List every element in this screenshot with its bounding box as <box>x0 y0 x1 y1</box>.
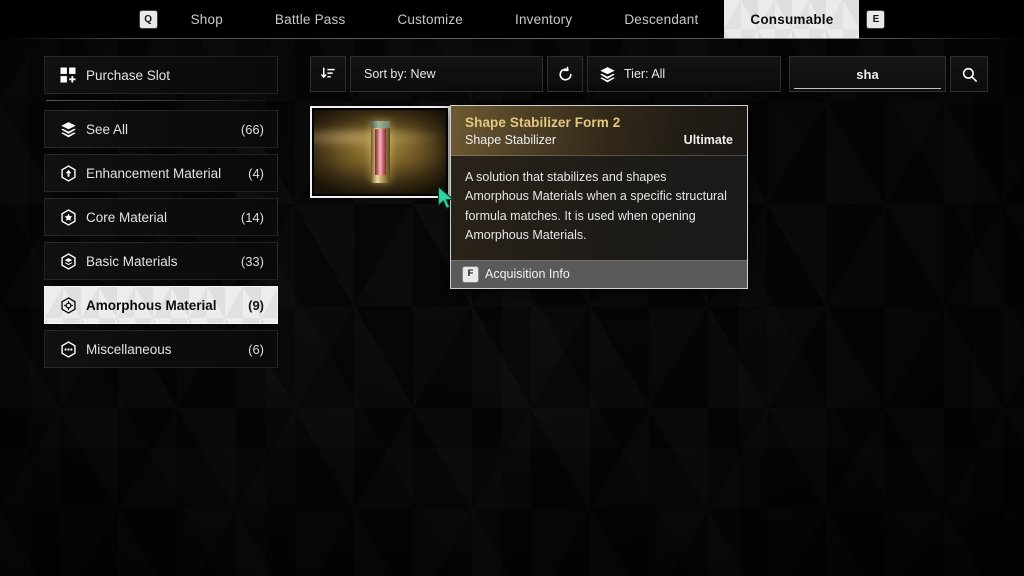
tab-customize[interactable]: Customize <box>371 0 489 39</box>
tab-consumable[interactable]: Consumable <box>724 0 859 39</box>
vial-item-icon <box>370 121 390 183</box>
nav-next-key[interactable]: E <box>859 0 892 39</box>
tab-shop[interactable]: Shop <box>165 0 249 39</box>
item-card[interactable] <box>310 106 450 198</box>
tooltip-header: Shape Stabilizer Form 2 Shape Stabilizer… <box>451 106 747 156</box>
sidebar-item-count: (14) <box>240 209 264 225</box>
item-thumbnail <box>314 110 446 194</box>
nav-prev-key[interactable]: Q <box>132 0 165 39</box>
tooltip-footer[interactable]: F Acquisition Info <box>451 259 747 288</box>
tooltip-subtitle: Shape Stabilizer <box>465 133 557 147</box>
category-sidebar: Purchase Slot See All (66) Enhancement M… <box>44 56 278 374</box>
sidebar-item-purchase-slot[interactable]: Purchase Slot <box>44 56 278 94</box>
sidebar-item-count: (6) <box>248 341 264 357</box>
item-tooltip: Shape Stabilizer Form 2 Shape Stabilizer… <box>450 105 748 289</box>
layers-icon <box>57 121 79 138</box>
sidebar-item-label: Amorphous Material <box>86 297 217 313</box>
sort-direction-button[interactable] <box>310 56 346 92</box>
sidebar-item-amorphous-material[interactable]: Amorphous Material (9) <box>44 286 278 324</box>
key-f-badge: F <box>463 266 478 282</box>
hex-layers-icon <box>57 253 79 270</box>
hex-ellipsis-icon <box>57 341 79 358</box>
refresh-icon <box>557 66 574 83</box>
sidebar-item-core-material[interactable]: Core Material (14) <box>44 198 278 236</box>
sidebar-divider <box>46 100 276 101</box>
acquisition-info-label: Acquisition Info <box>485 267 570 281</box>
key-q-badge: Q <box>139 11 157 28</box>
tooltip-description: A solution that stabilizes and shapes Am… <box>451 156 747 260</box>
tab-descendant[interactable]: Descendant <box>598 0 724 39</box>
reset-filters-button[interactable] <box>547 56 583 92</box>
search-input[interactable]: sha <box>789 56 946 92</box>
sidebar-item-label: Core Material <box>86 209 168 225</box>
tab-battle-pass[interactable]: Battle Pass <box>249 0 372 39</box>
sidebar-item-count: (33) <box>240 253 264 269</box>
tab-inventory[interactable]: Inventory <box>489 0 598 39</box>
filter-toolbar: Sort by: New Tier: All sha <box>310 56 988 92</box>
tooltip-title: Shape Stabilizer Form 2 <box>465 115 621 130</box>
sidebar-item-label: Purchase Slot <box>86 67 171 83</box>
tier-filter-label: Tier: All <box>624 67 666 81</box>
sidebar-item-count: (9) <box>248 297 264 313</box>
sidebar-item-miscellaneous[interactable]: Miscellaneous (6) <box>44 330 278 368</box>
sidebar-item-count: (66) <box>240 121 264 137</box>
layers-icon <box>599 66 616 83</box>
tier-filter-dropdown[interactable]: Tier: All <box>587 56 781 92</box>
sidebar-item-see-all[interactable]: See All (66) <box>44 110 278 148</box>
search-icon <box>961 66 978 83</box>
hex-crosshair-icon <box>57 297 79 314</box>
sort-by-label: Sort by: New <box>364 67 436 81</box>
sort-descending-icon <box>320 66 336 82</box>
top-navigation-bar: Q Shop Battle Pass Customize Inventory D… <box>0 0 1024 39</box>
sidebar-item-enhancement-material[interactable]: Enhancement Material (4) <box>44 154 278 192</box>
sidebar-item-label: Enhancement Material <box>86 165 222 181</box>
sidebar-item-label: Miscellaneous <box>86 341 172 357</box>
tooltip-subheader: Shape Stabilizer Ultimate <box>465 133 733 147</box>
search-button[interactable] <box>950 56 988 92</box>
grid-plus-icon <box>57 67 79 83</box>
hex-arrow-up-icon <box>57 165 79 182</box>
sidebar-item-label: See All <box>86 121 129 137</box>
sidebar-item-basic-materials[interactable]: Basic Materials (33) <box>44 242 278 280</box>
sort-by-dropdown[interactable]: Sort by: New <box>350 56 543 92</box>
sidebar-item-count: (4) <box>248 165 264 181</box>
key-e-badge: E <box>867 11 885 28</box>
tooltip-rarity: Ultimate <box>683 133 733 147</box>
game-inventory-screen: Q Shop Battle Pass Customize Inventory D… <box>0 0 1024 576</box>
sidebar-item-label: Basic Materials <box>86 253 178 269</box>
hex-star-icon <box>57 209 79 226</box>
item-grid <box>310 106 450 198</box>
